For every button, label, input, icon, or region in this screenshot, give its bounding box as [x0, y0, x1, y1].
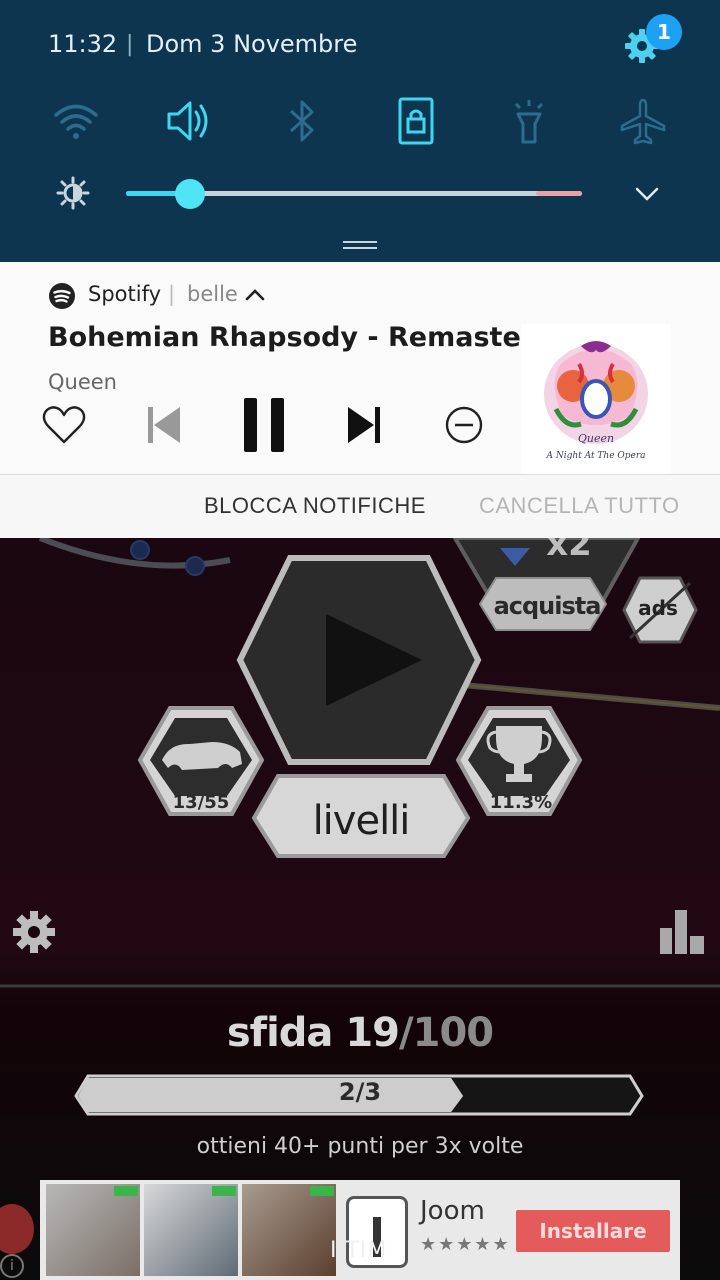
bluetooth-icon — [289, 100, 314, 142]
ad-banner[interactable]: Joom ★★★★★ Installare — [40, 1180, 680, 1280]
airplane-toggle[interactable] — [618, 96, 668, 146]
bluetooth-toggle[interactable] — [277, 96, 327, 146]
gem-multiplier: x2 — [546, 538, 592, 564]
status-separator: | — [126, 32, 134, 57]
install-button[interactable]: Installare — [516, 1210, 670, 1252]
remove-button[interactable] — [436, 396, 492, 454]
buy-label: acquista — [493, 592, 602, 620]
challenge-current: 19 — [345, 1010, 400, 1056]
brightness-slider[interactable] — [126, 179, 582, 209]
album-caption-title: A Night At The Opera — [545, 451, 645, 461]
like-button[interactable] — [36, 396, 92, 454]
notification-actions-bar: BLOCCA NOTIFICHE CANCELLA TUTTO — [0, 474, 720, 538]
levels-label: livelli — [312, 798, 411, 844]
no-ads-label: ads — [638, 596, 678, 620]
lock-icon — [398, 97, 434, 145]
challenge-title: sfida 19/100 — [200, 1010, 520, 1056]
challenge-progress-text: 2/3 — [338, 1078, 382, 1106]
wifi-toggle[interactable] — [51, 96, 101, 146]
artist-name: Queen — [48, 370, 117, 394]
brightness-slider-thumb[interactable] — [174, 179, 205, 209]
flashlight-icon — [514, 100, 544, 144]
sound-toggle[interactable] — [164, 96, 214, 146]
challenge-label: sfida — [226, 1010, 334, 1056]
notification-subtext: belle — [187, 282, 238, 306]
queen-crest-image: Queen A Night At The Opera — [544, 341, 648, 461]
completion-percent: 11.3% — [489, 792, 553, 813]
previous-button[interactable] — [136, 396, 192, 454]
levels-unlocked-count: 13/55 — [172, 792, 230, 813]
block-notifications-button[interactable]: BLOCCA NOTIFICHE — [204, 493, 426, 519]
ad-product-image — [242, 1184, 336, 1276]
ad-rating-stars: ★★★★★ — [420, 1234, 511, 1255]
skip-next-icon — [348, 407, 380, 443]
panel-drag-handle[interactable] — [343, 241, 377, 249]
brightness-icon — [56, 176, 90, 210]
spotify-logo-icon — [48, 282, 76, 310]
song-title: Bohemian Rhapsody - Remaste.. — [48, 322, 542, 353]
wifi-icon — [54, 104, 98, 139]
ad-product-image — [46, 1184, 140, 1276]
heart-icon — [42, 406, 86, 444]
notification-app-name: Spotify — [88, 282, 162, 306]
chevron-down-icon[interactable] — [632, 182, 662, 206]
pause-icon — [244, 398, 284, 452]
game-settings-gear-icon[interactable] — [13, 911, 55, 953]
notification-separator: | — [168, 282, 176, 306]
ad-product-image — [144, 1184, 238, 1276]
date: Dom 3 Novembre — [146, 30, 358, 58]
track-node — [130, 540, 150, 560]
challenge-total: /100 — [399, 1010, 494, 1056]
carrier-label: I TIM — [330, 1238, 388, 1263]
album-caption-band: Queen — [578, 432, 614, 445]
rotation-lock-toggle[interactable] — [391, 96, 441, 146]
challenge-goal-text: ottieni 40+ punti per 3x volte — [196, 1134, 524, 1159]
next-button[interactable] — [336, 396, 392, 454]
skip-previous-icon — [148, 407, 180, 443]
notification-count-badge: 1 — [646, 14, 682, 50]
leaderboard-icon[interactable] — [660, 910, 704, 954]
flashlight-toggle[interactable] — [504, 96, 554, 146]
clear-all-button[interactable]: CANCELLA TUTTO — [479, 493, 680, 519]
brightness-warning-zone — [536, 191, 582, 196]
track-node — [185, 556, 205, 576]
clock: 11:32 — [48, 30, 118, 58]
chevron-up-icon[interactable] — [244, 286, 266, 304]
volume-icon — [167, 101, 208, 141]
ad-info-icon[interactable]: i — [0, 1254, 24, 1278]
quick-settings-panel: 11:32 | Dom 3 Novembre 1 — [0, 0, 720, 262]
airplane-icon — [620, 98, 666, 145]
pause-button[interactable] — [236, 396, 292, 454]
minus-circle-icon — [445, 406, 483, 444]
spotify-notification[interactable]: Spotify | belle Bohemian Rhapsody - Rema… — [0, 262, 720, 474]
game-screen: x2 acquista ads 13/55 11.3% livelli sfid… — [0, 538, 720, 1280]
game-graphics — [0, 538, 720, 1116]
ad-app-name: Joom — [420, 1196, 485, 1226]
album-art: Queen A Night At The Opera — [521, 324, 671, 474]
